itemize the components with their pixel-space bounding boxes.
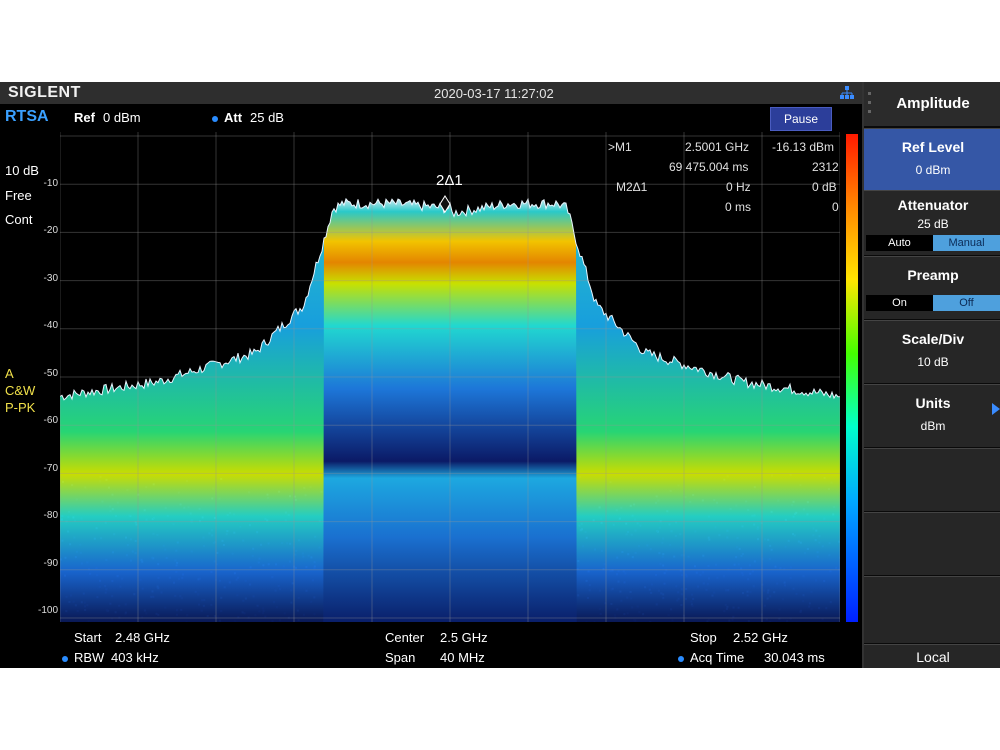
preamp-title: Preamp	[907, 267, 959, 283]
scale-div-softkey[interactable]: Scale/Div 10 dB	[864, 320, 1000, 383]
y-tick-label: -20	[43, 225, 58, 236]
units-value: dBm	[920, 419, 946, 433]
preamp-off-option[interactable]: Off	[933, 295, 1000, 311]
attenuator-toggle[interactable]: Auto Manual	[866, 235, 1000, 251]
submenu-arrow-icon	[992, 403, 1000, 415]
y-tick-label: -100	[37, 605, 58, 616]
trace-mode-2: P-PK	[5, 400, 36, 415]
start-label: Start	[74, 630, 102, 645]
date-time: 2020-03-17 11:27:02	[434, 86, 554, 101]
left-status-column: 10 dB Free Cont A C&W P-PK -10 -20 -30 -…	[0, 132, 60, 622]
spectrum-plot[interactable]: 2Δ1	[60, 132, 840, 622]
attenuator-auto-option[interactable]: Auto	[866, 235, 933, 251]
local-button[interactable]: Local	[864, 644, 1000, 668]
bottom-info-bar: Start 2.48 GHz Center 2.5 GHz Stop 2.52 …	[0, 624, 862, 668]
att-indicator-icon	[212, 115, 218, 122]
y-tick-label: -30	[43, 273, 58, 284]
attenuator-title: Attenuator	[897, 197, 969, 213]
mode-label[interactable]: RTSA	[5, 108, 49, 126]
acq-time-value[interactable]: 30.043 ms	[764, 650, 825, 665]
spectrum-density-chart	[60, 132, 840, 622]
ref-label: Ref	[74, 110, 95, 125]
attenuator-manual-option[interactable]: Manual	[933, 235, 1000, 251]
preamp-on-option[interactable]: On	[866, 295, 933, 311]
delta-marker-time: 0 ms	[725, 200, 752, 214]
preamp-softkey[interactable]: Preamp On Off	[864, 256, 1000, 319]
center-label: Center	[385, 630, 425, 645]
ref-level-value: 0 dBm	[915, 163, 951, 177]
span-label: Span	[385, 650, 416, 665]
brand-logo: SIGLENT	[8, 84, 81, 101]
delta-marker-count: 0	[832, 200, 839, 214]
empty-softkey-1[interactable]	[864, 448, 1000, 511]
delta-marker-freq: 0 Hz	[726, 180, 751, 194]
trace-mode-1: C&W	[5, 383, 36, 398]
network-icon	[840, 86, 854, 99]
y-tick-label: -90	[43, 558, 58, 569]
rbw-indicator-icon	[62, 655, 68, 662]
delta-marker-name: M2Δ1	[616, 180, 648, 194]
pause-button[interactable]: Pause	[770, 107, 832, 131]
y-tick-label: -50	[43, 368, 58, 379]
rbw-value[interactable]: 403 kHz	[111, 650, 159, 665]
info-row: RTSA Ref 0 dBm Att 25 dB Pause	[0, 104, 862, 131]
top-bar: SIGLENT 2020-03-17 11:27:02	[0, 82, 862, 104]
y-tick-label: -10	[43, 178, 58, 189]
ref-level-title: Ref Level	[901, 139, 965, 155]
marker-count: 2312	[812, 160, 839, 174]
units-title: Units	[915, 395, 951, 411]
acq-indicator-icon	[678, 655, 684, 662]
span-value[interactable]: 40 MHz	[440, 650, 485, 665]
softkey-menu: Amplitude Ref Level 0 dBm Attenuator 25 …	[862, 82, 1000, 668]
units-softkey[interactable]: Units dBm	[864, 384, 1000, 447]
ref-level-softkey[interactable]: Ref Level 0 dBm	[864, 128, 1000, 191]
preamp-toggle[interactable]: On Off	[866, 295, 1000, 311]
density-color-scale	[846, 134, 858, 622]
att-value[interactable]: 25 dB	[250, 110, 284, 125]
center-value[interactable]: 2.5 GHz	[440, 630, 488, 645]
empty-softkey-2[interactable]	[864, 512, 1000, 575]
empty-softkey-3[interactable]	[864, 576, 1000, 643]
marker-time: 69 475.004 ms	[669, 160, 749, 174]
rbw-label: RBW	[74, 650, 105, 665]
marker-amp: -16.13 dBm	[772, 140, 835, 154]
trigger-readout: Free	[5, 188, 32, 203]
att-label: Att	[224, 110, 243, 125]
menu-title: Amplitude	[864, 82, 1000, 126]
stop-value[interactable]: 2.52 GHz	[733, 630, 788, 645]
attenuator-softkey[interactable]: Attenuator 25 dB Auto Manual	[864, 190, 1000, 255]
y-tick-label: -60	[43, 415, 58, 426]
attenuator-value: 25 dB	[917, 217, 949, 231]
y-tick-label: -40	[43, 320, 58, 331]
delta-marker-amp: 0 dB	[812, 180, 837, 194]
y-tick-label: -80	[43, 510, 58, 521]
marker-name: >M1	[608, 140, 632, 154]
stop-label: Stop	[690, 630, 717, 645]
analyzer-screen: SIGLENT 2020-03-17 11:27:02 RTSA Ref 0 d…	[0, 82, 1000, 668]
menu-handle-icon	[868, 92, 872, 119]
ref-value[interactable]: 0 dBm	[103, 110, 141, 125]
scale-div-value: 10 dB	[917, 355, 949, 369]
scale-div-readout: 10 dB	[5, 163, 39, 178]
start-value[interactable]: 2.48 GHz	[115, 630, 170, 645]
y-tick-label: -70	[43, 463, 58, 474]
scale-div-title: Scale/Div	[901, 331, 965, 347]
acq-time-label: Acq Time	[690, 650, 745, 665]
marker-label[interactable]: 2Δ1	[436, 172, 463, 189]
marker-freq: 2.5001 GHz	[685, 140, 750, 154]
